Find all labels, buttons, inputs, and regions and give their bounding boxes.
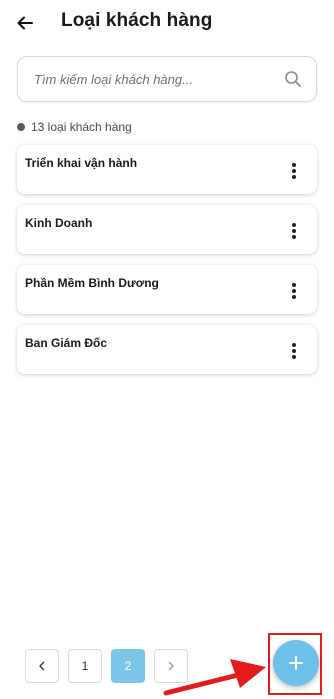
plus-icon <box>289 656 303 670</box>
more-options-icon[interactable] <box>289 281 299 301</box>
list-item-title: Kinh Doanh <box>25 216 93 230</box>
search-input[interactable] <box>34 57 279 101</box>
item-count-label: 13 loại khách hàng <box>31 120 132 134</box>
list-item[interactable]: Ban Giám Đốc <box>17 325 317 374</box>
list-item-title: Ban Giám Đốc <box>25 336 108 350</box>
page-title: Loại khách hàng <box>61 10 213 31</box>
list-item[interactable]: Triển khai vận hành <box>17 145 317 194</box>
search-icon[interactable] <box>284 70 302 88</box>
item-count: 13 loại khách hàng <box>17 120 132 134</box>
list-item[interactable]: Phần Mềm Bình Dương <box>17 265 317 314</box>
list-item-title: Phần Mềm Bình Dương <box>25 276 159 290</box>
pointer-arrow-icon <box>163 659 266 696</box>
more-options-icon[interactable] <box>289 221 299 241</box>
arrow-left-icon <box>17 16 33 30</box>
prev-page-button[interactable] <box>25 649 59 683</box>
list-item[interactable]: Kinh Doanh <box>17 205 317 254</box>
page-button-2[interactable]: 2 <box>111 649 145 683</box>
add-button[interactable] <box>273 640 319 686</box>
header: Loại khách hàng <box>0 0 334 48</box>
more-options-icon[interactable] <box>289 161 299 181</box>
customer-type-list: Triển khai vận hành Kinh Doanh Phần Mềm … <box>17 145 317 385</box>
bullet-dot-icon <box>17 123 25 131</box>
more-options-icon[interactable] <box>289 341 299 361</box>
list-item-title: Triển khai vận hành <box>25 156 138 170</box>
back-button[interactable] <box>12 10 38 36</box>
search-box <box>17 56 317 102</box>
page-button-1[interactable]: 1 <box>68 649 102 683</box>
chevron-left-icon <box>39 661 45 671</box>
